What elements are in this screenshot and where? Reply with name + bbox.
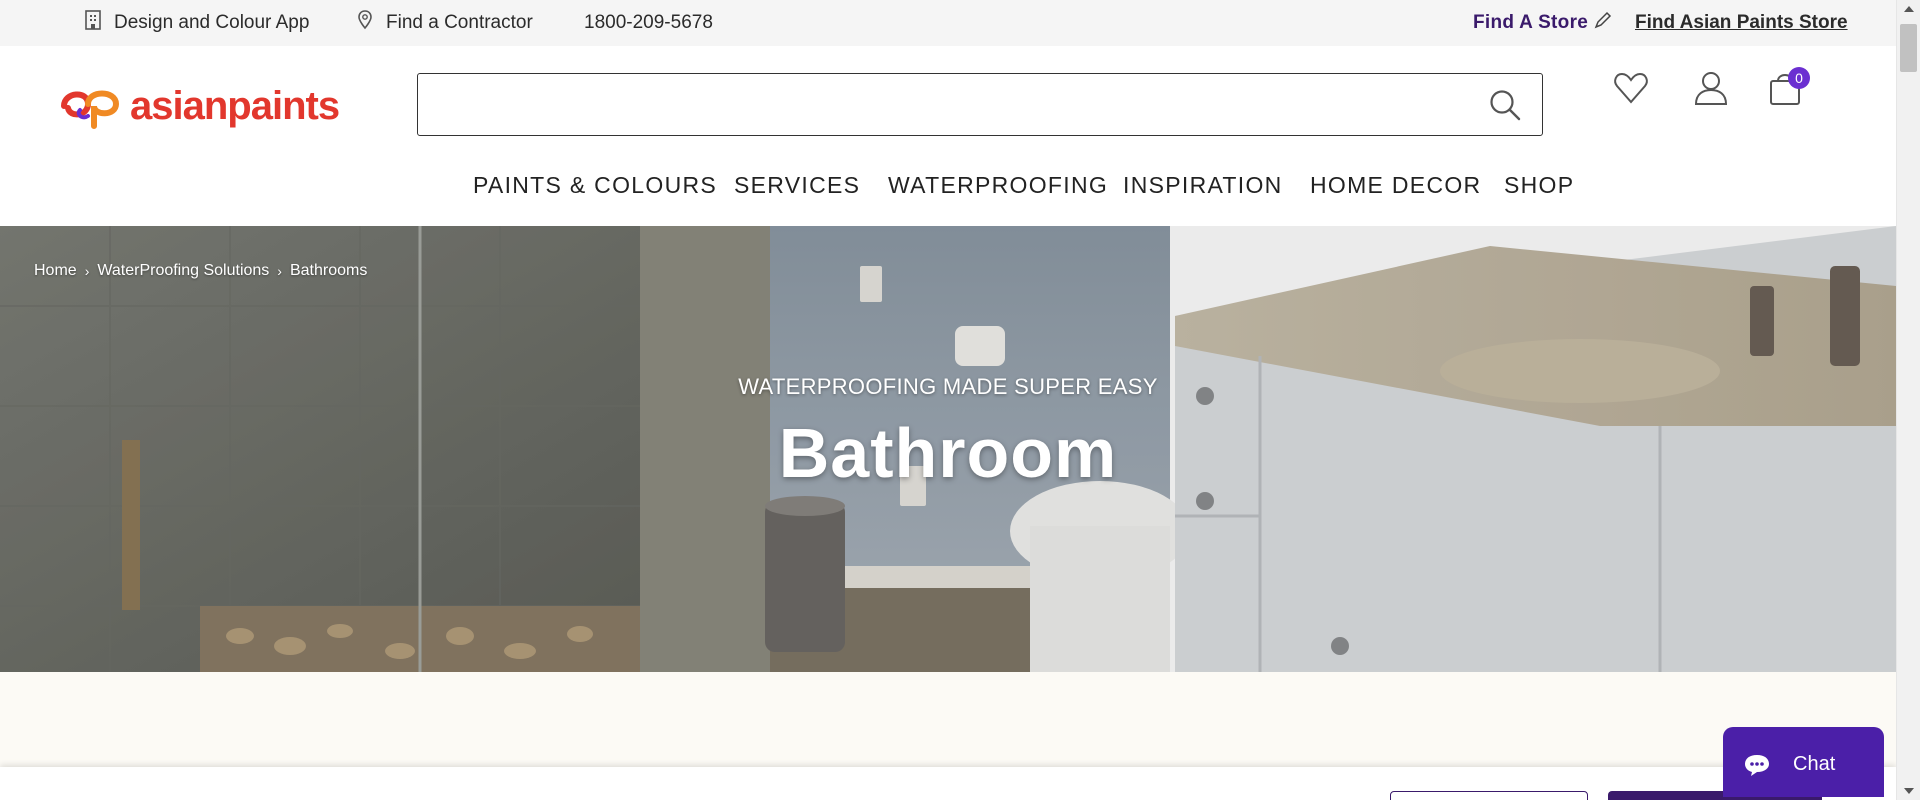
find-asian-paints-store-label: Find Asian Paints Store xyxy=(1635,12,1848,33)
find-a-store-link[interactable]: Find A Store xyxy=(1473,9,1614,37)
nav-paints-colours[interactable]: PAINTS & COLOURS xyxy=(473,172,717,199)
nav-inspiration[interactable]: INSPIRATION xyxy=(1123,172,1283,199)
building-icon xyxy=(82,9,104,37)
scroll-down-arrow-icon[interactable] xyxy=(1904,788,1914,794)
banner-secondary-button[interactable] xyxy=(1390,791,1588,800)
design-app-label: Design and Colour App xyxy=(114,12,310,33)
asianpaints-logo[interactable]: asianpaints xyxy=(58,78,340,135)
nav-services[interactable]: SERVICES xyxy=(734,172,860,199)
top-utility-bar: Design and Colour App Find a Contractor … xyxy=(0,0,1896,46)
hero-subtitle: WATERPROOFING MADE SUPER EASY xyxy=(738,374,1158,399)
search-input[interactable] xyxy=(418,74,1542,135)
nav-shop[interactable]: SHOP xyxy=(1504,172,1574,199)
hero-banner: Home › WaterProofing Solutions › Bathroo… xyxy=(0,226,1896,672)
breadcrumb-home[interactable]: Home xyxy=(34,262,77,280)
logo-mark-icon xyxy=(58,78,124,135)
search-box[interactable] xyxy=(417,73,1543,136)
chat-label: Chat xyxy=(1793,753,1836,775)
breadcrumb-bathrooms: Bathrooms xyxy=(289,262,368,279)
chat-widget-button[interactable]: Chat xyxy=(1723,727,1884,797)
find-contractor-link[interactable]: Find a Contractor xyxy=(354,9,533,37)
nav-home-decor[interactable]: HOME DECOR xyxy=(1310,172,1481,199)
logo-text: asianpaints xyxy=(130,84,340,128)
cart-count-badge: 0 xyxy=(1788,67,1810,89)
breadcrumb: Home › WaterProofing Solutions › Bathroo… xyxy=(34,262,367,280)
find-asian-paints-store-link[interactable]: Find Asian Paints Store xyxy=(1635,12,1848,34)
page-scrollbar[interactable] xyxy=(1896,0,1920,800)
nav-waterproofing[interactable]: WATERPROOFING xyxy=(888,172,1108,199)
scrollbar-thumb[interactable] xyxy=(1900,24,1917,72)
breadcrumb-separator: › xyxy=(277,263,282,279)
phone-number[interactable]: 1800-209-5678 xyxy=(584,12,713,34)
find-a-store-label: Find A Store xyxy=(1473,12,1589,33)
pencil-icon xyxy=(1592,9,1614,37)
breadcrumb-waterproofing[interactable]: WaterProofing Solutions xyxy=(97,262,269,280)
phone-label: 1800-209-5678 xyxy=(584,12,713,33)
find-contractor-label: Find a Contractor xyxy=(386,12,533,33)
location-pin-icon xyxy=(354,9,376,37)
chat-bubble-icon xyxy=(1743,753,1771,783)
breadcrumb-separator: › xyxy=(84,263,90,279)
hero-title: Bathroom xyxy=(778,414,1118,492)
scroll-up-arrow-icon[interactable] xyxy=(1904,6,1914,12)
design-app-link[interactable]: Design and Colour App xyxy=(82,9,309,37)
main-header: asianpaints 0 PAINTS & COLOURS SERVICES … xyxy=(0,46,1896,226)
bottom-sticky-banner xyxy=(0,767,1896,800)
